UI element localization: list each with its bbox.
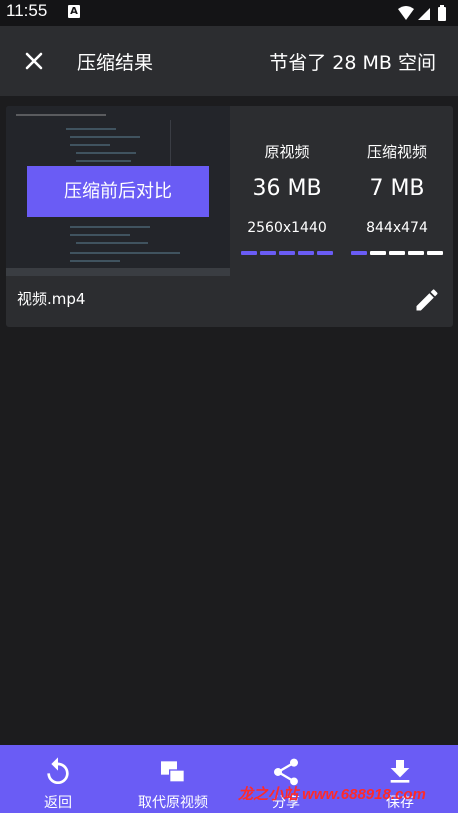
file-name: 视频.mp4 <box>17 290 86 308</box>
compressed-resolution: 844x474 <box>366 220 428 236</box>
size-bar-segment <box>351 251 367 255</box>
original-resolution: 2560x1440 <box>247 220 327 236</box>
signal-icon <box>418 8 430 20</box>
status-bar: 11:55 A <box>0 0 458 26</box>
thumb-taskbar <box>6 268 230 276</box>
result-card: 压缩前后对比 原视频 36 MB 2560x1440 压缩视频 7 MB 844… <box>6 106 453 327</box>
replace-original-label: 取代原视频 <box>138 795 208 811</box>
site-watermark: 龙之小站 www.688918.com <box>238 786 426 803</box>
compressed-size: 7 MB <box>369 176 425 201</box>
replace-icon <box>161 761 185 783</box>
pencil-icon[interactable] <box>413 286 441 314</box>
original-size: 36 MB <box>252 176 322 201</box>
size-bar-segment <box>370 251 386 255</box>
compressed-label: 压缩视频 <box>366 143 427 161</box>
size-bar-segment <box>317 251 333 255</box>
close-icon[interactable] <box>20 47 48 75</box>
battery-icon <box>438 7 446 21</box>
size-bar-segment <box>260 251 276 255</box>
size-bar-segment <box>241 251 257 255</box>
page-title: 压缩结果 <box>77 52 154 74</box>
original-size-bar <box>241 251 333 255</box>
space-saved-text: 节省了 28 MB 空间 <box>269 52 436 74</box>
compressed-size-bar <box>351 251 443 255</box>
compare-button[interactable]: 压缩前后对比 <box>27 166 209 217</box>
size-bar-segment <box>389 251 405 255</box>
system-icons <box>398 5 446 21</box>
size-bar-segment <box>279 251 295 255</box>
size-bar-segment <box>298 251 314 255</box>
wifi-icon <box>398 6 414 20</box>
app-bar: 压缩结果 节省了 28 MB 空间 <box>0 26 458 96</box>
undo-icon <box>47 757 69 784</box>
status-time: 11:55 <box>6 1 48 20</box>
replace-original-button[interactable]: 取代原视频 <box>128 745 218 813</box>
size-bar-segment <box>427 251 443 255</box>
back-button[interactable]: 返回 <box>18 745 98 813</box>
size-bar-segment <box>408 251 424 255</box>
back-label: 返回 <box>44 795 72 811</box>
notification-a-icon: A <box>68 5 80 18</box>
original-label: 原视频 <box>264 143 310 161</box>
